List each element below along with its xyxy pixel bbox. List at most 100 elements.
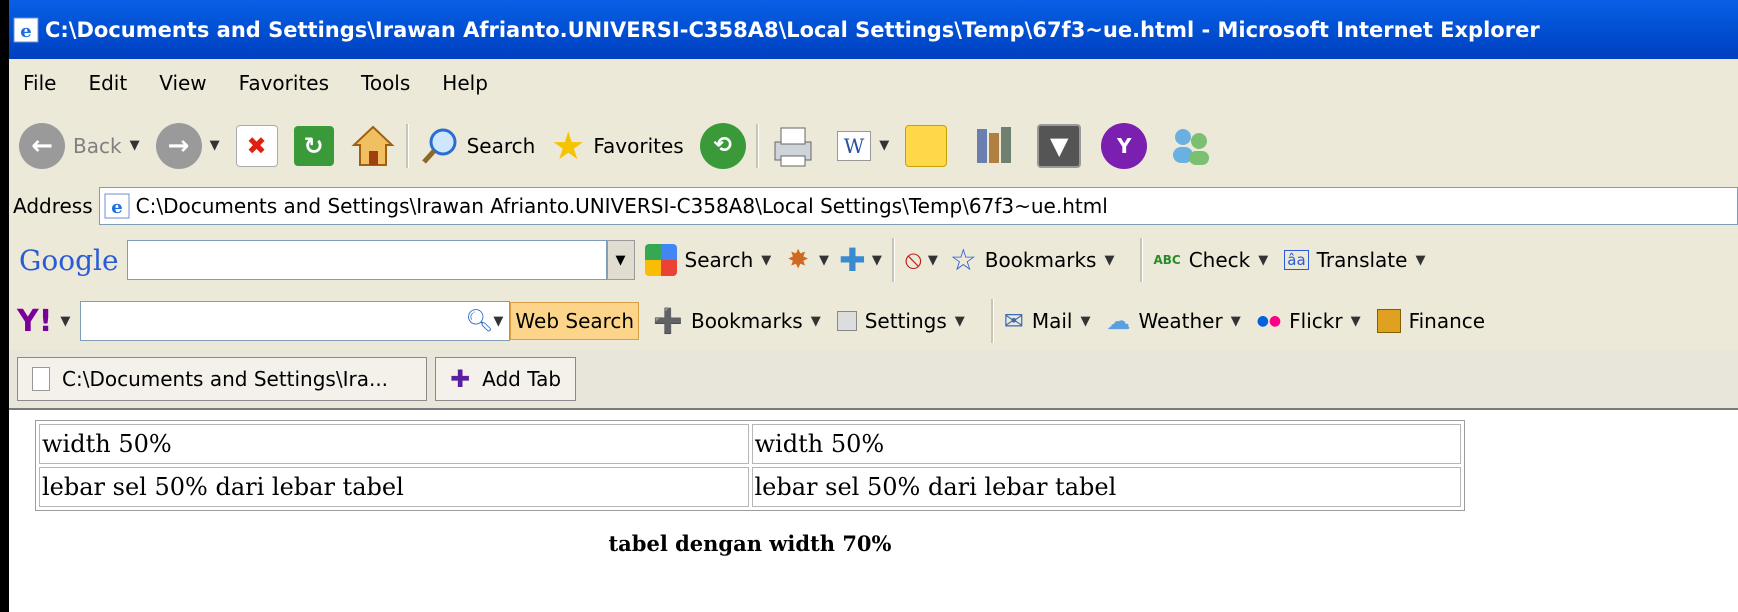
- tab-bar: C:\Documents and Settings\Ira... ✚ Add T…: [9, 350, 1738, 410]
- translate-icon: âa: [1284, 250, 1309, 270]
- contacts-icon[interactable]: [1167, 123, 1213, 169]
- chevron-down-icon: ▼: [810, 313, 821, 329]
- chevron-down-icon: ▼: [1350, 313, 1361, 329]
- mail-icon: ✉: [1003, 307, 1024, 335]
- web-search-button[interactable]: Web Search: [510, 302, 640, 340]
- research-icon[interactable]: [971, 123, 1017, 169]
- google-toolbar: Google ▼ Search ▼ ✸ ▼ ✚ ▼ ⦸ ▼ ☆ Bookmark…: [9, 228, 1738, 293]
- table-cell: lebar sel 50% dari lebar tabel: [39, 467, 749, 507]
- popup-blocker-icon[interactable]: ✸: [787, 245, 809, 275]
- star-icon: ★: [551, 123, 586, 168]
- svg-text:e: e: [111, 197, 122, 218]
- menu-view[interactable]: View: [145, 71, 224, 95]
- chevron-down-icon: ▼: [1104, 252, 1115, 268]
- messenger-box-icon[interactable]: ▼: [1037, 123, 1082, 168]
- magnifier-icon: 🔍︎: [465, 308, 494, 334]
- yahoo-weather-button[interactable]: ☁ Weather ▼: [1106, 307, 1240, 335]
- table-cell: width 50%: [751, 424, 1461, 464]
- chevron-down-icon: ▼: [60, 313, 71, 329]
- table-caption: tabel dengan width 70%: [608, 531, 892, 556]
- yahoo-messenger-icon[interactable]: Y: [1101, 122, 1148, 169]
- spell-check-button[interactable]: ABC Check ▼: [1153, 248, 1268, 272]
- yahoo-flickr-button[interactable]: ●● Flickr ▼: [1257, 309, 1361, 333]
- address-field[interactable]: e C:\Documents and Settings\Irawan Afria…: [98, 187, 1738, 225]
- blocked-icon[interactable]: ⦸: [905, 245, 922, 276]
- forward-button[interactable]: → ▼: [155, 122, 220, 169]
- page-content: width 50% width 50% lebar sel 50% dari l…: [9, 410, 1738, 612]
- table-cell: lebar sel 50% dari lebar tabel: [751, 467, 1461, 507]
- history-icon[interactable]: ⟲: [699, 122, 746, 169]
- chevron-down-icon: ▼: [819, 252, 830, 268]
- translate-button[interactable]: âa Translate ▼: [1284, 248, 1425, 272]
- chevron-down-icon: ▼: [927, 252, 938, 268]
- yahoo-mail-button[interactable]: ✉ Mail ▼: [1004, 307, 1091, 335]
- google-search-button[interactable]: Search ▼: [644, 244, 772, 276]
- separator: [755, 123, 759, 168]
- chevron-down-icon: ▼: [761, 252, 772, 268]
- chevron-down-icon: ▼: [209, 138, 220, 153]
- add-tab-button[interactable]: ✚ Add Tab: [435, 357, 577, 401]
- chevron-down-icon: ▼: [1415, 252, 1426, 268]
- window-title: C:\Documents and Settings\Irawan Afriant…: [45, 17, 1540, 42]
- chevron-down-icon: ▼: [879, 138, 890, 153]
- chevron-down-icon: ▼: [129, 138, 140, 153]
- forward-arrow-icon: →: [155, 122, 202, 169]
- standard-toolbar: ← Back ▼ → ▼ ✖ ↻ Search ★ Favorites ⟲ W …: [9, 107, 1738, 185]
- favorites-button[interactable]: ★ Favorites: [551, 124, 683, 168]
- menu-help[interactable]: Help: [428, 71, 506, 95]
- yahoo-settings-button[interactable]: Settings ▼: [836, 309, 965, 333]
- title-bar[interactable]: e C:\Documents and Settings\Irawan Afria…: [9, 0, 1738, 59]
- google-dropdown-button[interactable]: ▼: [606, 240, 635, 280]
- cloud-icon: ☁: [1106, 307, 1131, 335]
- separator: [990, 299, 994, 343]
- google-search-input[interactable]: [126, 240, 607, 280]
- address-label: Address: [13, 194, 93, 218]
- table-row: width 50% width 50%: [39, 424, 1461, 464]
- menu-edit[interactable]: Edit: [74, 71, 145, 95]
- refresh-icon[interactable]: ↻: [293, 125, 334, 166]
- chevron-down-icon: ▼: [954, 313, 965, 329]
- separator: [405, 123, 409, 168]
- demo-table: width 50% width 50% lebar sel 50% dari l…: [35, 420, 1465, 511]
- flickr-icon: ●●: [1256, 313, 1282, 329]
- finance-icon: [1376, 309, 1401, 333]
- google-logo: Google: [19, 243, 119, 277]
- table-row: lebar sel 50% dari lebar tabel lebar sel…: [39, 467, 1461, 507]
- tab-current-page[interactable]: C:\Documents and Settings\Ira...: [17, 357, 427, 401]
- chevron-down-icon: ▼: [1080, 313, 1091, 329]
- address-value: C:\Documents and Settings\Irawan Afriant…: [135, 194, 1108, 218]
- chevron-down-icon: ▼: [1258, 252, 1269, 268]
- address-bar: Address e C:\Documents and Settings\Iraw…: [9, 184, 1738, 229]
- edit-word-button[interactable]: W ▼: [836, 130, 890, 161]
- menu-file[interactable]: File: [9, 71, 74, 95]
- print-icon[interactable]: [769, 122, 817, 170]
- add-icon: ✚: [450, 365, 471, 393]
- yahoo-search-input[interactable]: 🔍︎ ▼: [80, 301, 511, 341]
- stop-icon[interactable]: ✖: [235, 124, 278, 167]
- plus-icon[interactable]: ✚: [839, 241, 866, 279]
- menu-favorites[interactable]: Favorites: [225, 71, 347, 95]
- home-icon[interactable]: [350, 123, 396, 169]
- separator: [891, 238, 895, 282]
- abc-check-icon: ABC: [1153, 253, 1181, 267]
- chevron-down-icon: ▼: [493, 313, 504, 329]
- yahoo-logo[interactable]: Y!: [9, 304, 60, 339]
- ie-window: e C:\Documents and Settings\Irawan Afria…: [9, 0, 1738, 612]
- internet-explorer-icon: e: [13, 17, 39, 42]
- search-button[interactable]: Search: [419, 126, 535, 166]
- bookmark-add-icon: ➕: [653, 307, 683, 335]
- chevron-down-icon: ▼: [1230, 313, 1241, 329]
- yahoo-finance-button[interactable]: Finance: [1376, 309, 1485, 333]
- separator: [1140, 238, 1144, 282]
- chevron-down-icon: ▼: [871, 252, 882, 268]
- google-g-icon: [644, 244, 677, 276]
- back-button[interactable]: ← Back ▼: [19, 122, 140, 169]
- yahoo-bookmarks-button[interactable]: ➕ Bookmarks ▼: [653, 307, 821, 335]
- note-icon[interactable]: [905, 124, 948, 167]
- google-bookmarks-button[interactable]: ☆ Bookmarks ▼: [950, 243, 1115, 278]
- magnifier-icon: [421, 128, 457, 164]
- menu-tools[interactable]: Tools: [347, 71, 428, 95]
- back-arrow-icon: ←: [19, 122, 65, 169]
- settings-icon: [836, 311, 857, 331]
- yahoo-toolbar: Y! ▼ 🔍︎ ▼ Web Search ➕ Bookmarks ▼ Setti…: [9, 292, 1738, 351]
